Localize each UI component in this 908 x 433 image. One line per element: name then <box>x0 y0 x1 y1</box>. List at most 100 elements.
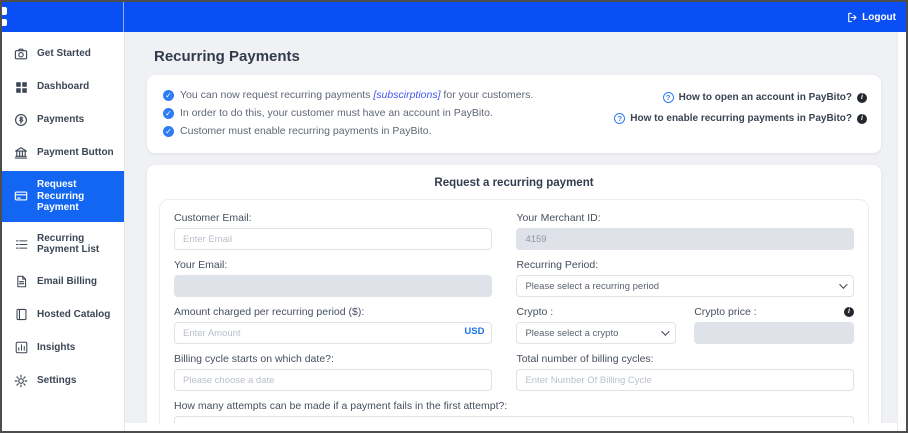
field-attempts: How many attempts can be made if a payme… <box>174 400 854 423</box>
app-window: Logout Get Started Dashboard Payments <box>0 0 908 433</box>
check-icon: ✓ <box>163 90 174 101</box>
coin-icon <box>14 113 28 127</box>
question-icon: ? <box>663 92 674 103</box>
sidebar-item-label: Dashboard <box>37 81 89 93</box>
sidebar-item-insights[interactable]: Insights <box>2 333 124 363</box>
field-crypto: Crypto : Please select a crypto <box>516 306 676 344</box>
field-amount: Amount charged per recurring period ($):… <box>174 306 492 344</box>
info-icon[interactable]: i <box>857 114 867 124</box>
chart-icon <box>14 341 28 355</box>
topbar-actions: Logout <box>124 12 906 23</box>
credit-card-icon <box>14 189 28 203</box>
info-card: ✓ You can now request recurring payments… <box>147 75 881 153</box>
sidebar-item-hosted-catalog[interactable]: Hosted Catalog <box>2 300 124 330</box>
crypto-price-input <box>694 322 854 344</box>
bank-icon <box>14 146 28 160</box>
sidebar-item-email-billing[interactable]: Email Billing <box>2 267 124 297</box>
sidebar-item-recurring-payment-list[interactable]: Recurring Payment List <box>2 225 124 264</box>
info-icon[interactable]: i <box>844 307 854 317</box>
billing-date-input[interactable] <box>174 369 492 391</box>
subscriptions-link[interactable]: [subscirptions] <box>373 89 440 101</box>
info-bullet: ✓ Customer must enable recurring payment… <box>163 125 533 137</box>
camera-icon <box>14 47 28 61</box>
sidebar-item-dashboard[interactable]: Dashboard <box>2 72 124 102</box>
info-bullets: ✓ You can now request recurring payments… <box>163 83 533 143</box>
grid-icon <box>14 80 28 94</box>
sidebar-item-label: Recurring Payment List <box>37 233 116 256</box>
attempts-label: How many attempts can be made if a payme… <box>174 400 854 412</box>
bullet-text: In order to do this, your customer must … <box>180 107 493 119</box>
chevron-down-icon <box>839 280 847 288</box>
sidebar-item-payment-button[interactable]: Payment Button <box>2 138 124 168</box>
sidebar-item-label: Email Billing <box>37 276 97 288</box>
sidebar-item-label: Request Recurring Payment <box>37 179 116 214</box>
your-email-input <box>174 275 492 297</box>
sidebar-item-label: Get Started <box>37 48 91 60</box>
help-link-enable-recurring[interactable]: ? How to enable recurring payments in Pa… <box>614 113 867 124</box>
sidebar: Get Started Dashboard Payments Payment B… <box>2 32 125 431</box>
sidebar-item-label: Hosted Catalog <box>37 309 110 321</box>
check-icon: ✓ <box>163 108 174 119</box>
field-customer-email: Customer Email: <box>174 212 492 250</box>
book-icon <box>14 308 28 322</box>
logout-icon <box>847 12 858 23</box>
recurring-period-label: Recurring Period: <box>516 259 854 271</box>
crypto-value: Please select a crypto <box>525 328 618 339</box>
brand-logo <box>0 7 7 15</box>
your-email-label: Your Email: <box>174 259 492 271</box>
help-link-label: How to enable recurring payments in PayB… <box>630 113 852 124</box>
crypto-select[interactable]: Please select a crypto <box>516 322 676 344</box>
amount-input[interactable] <box>174 322 492 344</box>
sidebar-item-label: Insights <box>37 342 75 354</box>
merchant-id-input <box>516 228 854 250</box>
sidebar-item-label: Payments <box>37 114 84 126</box>
field-merchant-id: Your Merchant ID: <box>516 212 854 250</box>
sidebar-item-label: Settings <box>37 375 76 387</box>
logout-label: Logout <box>862 12 896 23</box>
field-recurring-period: Recurring Period: Please select a recurr… <box>516 259 854 297</box>
gear-icon <box>14 374 28 388</box>
customer-email-input[interactable] <box>174 228 492 250</box>
total-cycles-label: Total number of billing cycles: <box>516 353 854 365</box>
check-icon: ✓ <box>163 126 174 137</box>
merchant-id-label: Your Merchant ID: <box>516 212 854 224</box>
logout-button[interactable]: Logout <box>847 12 896 23</box>
sidebar-item-label: Payment Button <box>37 147 114 159</box>
form-title: Request a recurring payment <box>159 177 869 189</box>
top-nav: Logout <box>2 2 906 32</box>
info-icon[interactable]: i <box>857 93 867 103</box>
document-icon <box>14 275 28 289</box>
field-total-cycles: Total number of billing cycles: <box>516 353 854 391</box>
field-billing-date: Billing cycle starts on which date?: <box>174 353 492 391</box>
billing-date-label: Billing cycle starts on which date?: <box>174 353 492 365</box>
chevron-down-icon <box>661 327 669 335</box>
recurring-period-value: Please select a recurring period <box>525 281 659 292</box>
customer-email-label: Customer Email: <box>174 212 492 224</box>
brand-logo-mark <box>0 19 7 26</box>
attempts-input[interactable] <box>174 416 854 423</box>
main-content: Recurring Payments ✓ You can now request… <box>125 32 897 423</box>
bullet-text: You can now request recurring payments [… <box>180 89 533 101</box>
help-links: ? How to open an account in PayBito? i ?… <box>614 83 867 143</box>
crypto-row: Crypto : Please select a crypto Crypto p… <box>516 306 854 344</box>
total-cycles-input[interactable] <box>516 369 854 391</box>
help-link-open-account[interactable]: ? How to open an account in PayBito? i <box>663 92 867 103</box>
list-icon <box>14 237 28 251</box>
recurring-period-select[interactable]: Please select a recurring period <box>516 275 854 297</box>
field-your-email: Your Email: <box>174 259 492 297</box>
amount-label: Amount charged per recurring period ($): <box>174 306 492 318</box>
help-link-label: How to open an account in PayBito? <box>679 92 852 103</box>
sidebar-item-request-recurring-payment[interactable]: Request Recurring Payment <box>2 171 124 222</box>
vertical-scrollbar[interactable] <box>897 32 906 431</box>
crypto-label: Crypto : <box>516 306 676 318</box>
sidebar-item-settings[interactable]: Settings <box>2 366 124 396</box>
field-crypto-price: Crypto price : i <box>694 306 854 344</box>
sidebar-item-get-started[interactable]: Get Started <box>2 39 124 69</box>
page-title: Recurring Payments <box>154 48 881 65</box>
recurring-payment-form-card: Request a recurring payment Customer Ema… <box>147 165 881 423</box>
info-bullet: ✓ In order to do this, your customer mus… <box>163 107 533 119</box>
info-bullet: ✓ You can now request recurring payments… <box>163 89 533 101</box>
topbar-logo-area <box>2 2 124 32</box>
sidebar-item-payments[interactable]: Payments <box>2 105 124 135</box>
form-fieldset: Customer Email: Your Merchant ID: Your E… <box>159 199 869 423</box>
